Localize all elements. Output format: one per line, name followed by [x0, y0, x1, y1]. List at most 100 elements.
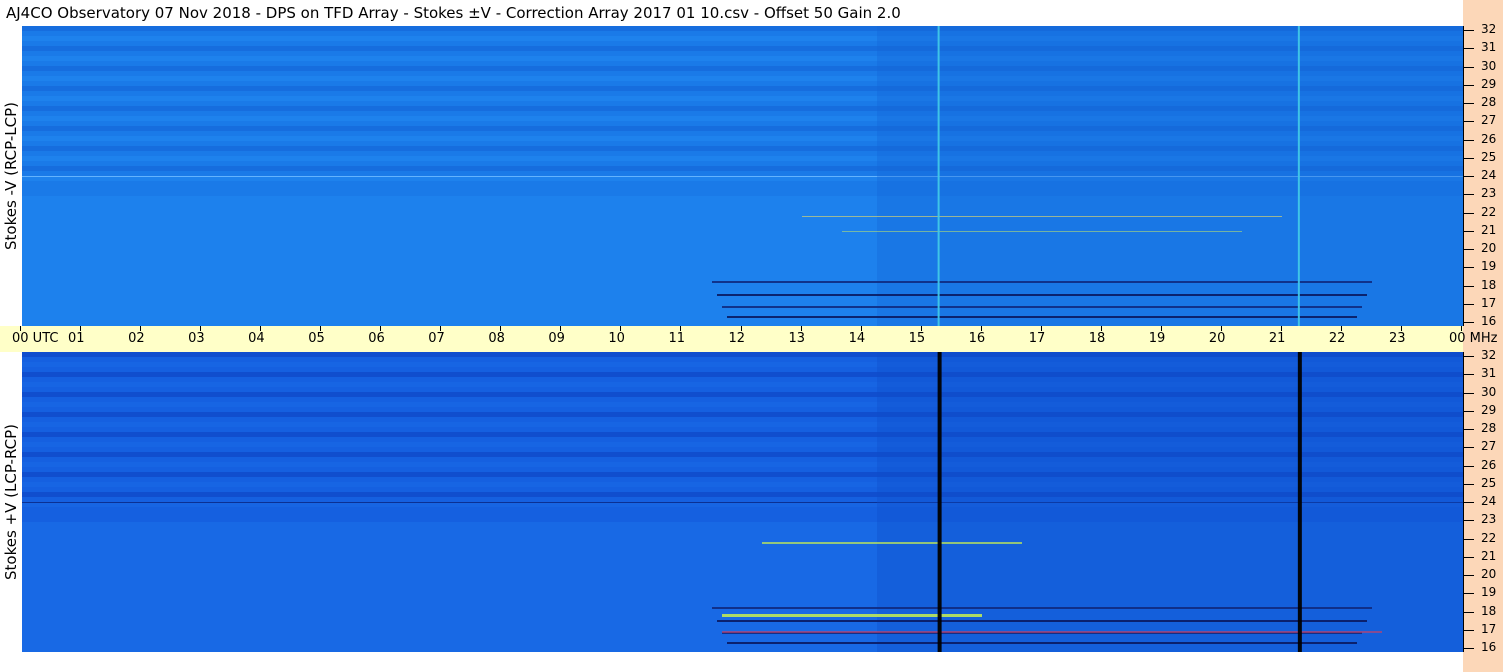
hour-label: 13 [788, 331, 806, 346]
hour-label: 08 [488, 331, 505, 346]
freq-tick [1464, 303, 1474, 305]
freq-tick [1464, 483, 1474, 485]
freq-tick [1464, 520, 1474, 522]
bottom-panel-label: Stokes +V (LCP-RCP) [2, 424, 20, 580]
freq-label: 21 [1481, 548, 1497, 563]
freq-label: 19 [1481, 259, 1497, 274]
hour-label: 02 [128, 331, 145, 346]
freq-label: 21 [1481, 222, 1497, 237]
hour-label: 20 [1208, 331, 1226, 346]
hour-label: 16 [968, 331, 986, 346]
spectrogram-burst [717, 620, 1367, 622]
freq-tick [1464, 410, 1474, 412]
hour-label: 10 [608, 331, 625, 346]
top-panel-label-area: Stokes -V (RCP-LCP) [0, 26, 22, 326]
freq-label: 17 [1481, 621, 1497, 636]
spectrogram-vertical-line [1297, 26, 1300, 326]
freq-label: 16 [1481, 640, 1497, 654]
freq-tick [1464, 103, 1474, 104]
freq-tick [1464, 648, 1474, 649]
spectrogram-burst [762, 542, 1022, 544]
freq-label: 22 [1481, 530, 1497, 545]
top-panel-label: Stokes -V (RCP-LCP) [2, 102, 20, 250]
spectrogram-vertical-line [1297, 352, 1302, 652]
freq-tick [1464, 194, 1474, 196]
freq-tick [1464, 322, 1474, 323]
freq-label: 27 [1481, 113, 1497, 128]
freq-label: 16 [1481, 314, 1497, 328]
freq-tick [1464, 629, 1474, 631]
spectrogram-vertical-line [937, 26, 940, 326]
bottom-panel-label-area: Stokes +V (LCP-RCP) [0, 352, 22, 652]
freq-label: 22 [1481, 204, 1497, 219]
hour-label: 21 [1268, 331, 1286, 346]
hour-label: 11 [668, 331, 685, 346]
freq-label: 26 [1481, 457, 1497, 472]
spectrogram-burst [722, 306, 1362, 308]
hour-label: 19 [1148, 331, 1166, 346]
hour-label: 15 [908, 331, 926, 346]
spectrogram-burst [727, 316, 1357, 318]
spectrogram-burst [842, 231, 1242, 232]
freq-tick [1464, 556, 1474, 558]
freq-label: 32 [1481, 348, 1497, 362]
hour-label: 00 MHz [1449, 331, 1498, 346]
freq-tick [1464, 447, 1474, 449]
freq-tick [1464, 502, 1474, 503]
freq-tick [1464, 429, 1474, 430]
freq-tick [1464, 392, 1474, 394]
hour-label: 14 [848, 331, 866, 346]
freq-label: 24 [1481, 494, 1497, 508]
freq-label: 28 [1481, 95, 1497, 109]
freq-tick [1464, 84, 1474, 86]
spectrogram-burst [712, 281, 1372, 283]
freq-label: 19 [1481, 585, 1497, 600]
hour-label: 18 [1088, 331, 1106, 346]
spectrogram-burst [717, 294, 1367, 296]
freq-label: 30 [1481, 58, 1497, 73]
spectrogram-vertical-line [937, 352, 942, 652]
hour-label: 09 [548, 331, 565, 346]
freq-label: 23 [1481, 186, 1497, 201]
freq-tick [1464, 121, 1474, 123]
freq-tick [1464, 267, 1474, 269]
hour-label: 01 [68, 331, 85, 346]
freq-label: 25 [1481, 149, 1497, 164]
freq-label: 27 [1481, 439, 1497, 454]
freq-label: 32 [1481, 22, 1497, 36]
spectrogram-bottom-image [22, 352, 1463, 652]
freq-tick [1464, 48, 1474, 50]
freq-label: 25 [1481, 475, 1497, 490]
freq-tick [1464, 538, 1474, 540]
hour-label: 00 UTC [12, 331, 59, 346]
page-title: AJ4CO Observatory 07 Nov 2018 - DPS on T… [6, 4, 901, 22]
spectrogram-top [22, 26, 1463, 326]
hour-label: 17 [1028, 331, 1046, 346]
freq-label: 28 [1481, 421, 1497, 435]
hour-label: 03 [188, 331, 205, 346]
freq-label: 24 [1481, 168, 1497, 182]
freq-tick [1464, 465, 1474, 467]
spectrogram-burst [712, 607, 1372, 609]
freq-label: 18 [1481, 277, 1497, 292]
freq-tick [1464, 374, 1474, 376]
freq-tick [1464, 176, 1474, 177]
freq-label: 18 [1481, 603, 1497, 618]
freq-label: 30 [1481, 384, 1497, 399]
freq-label: 31 [1481, 40, 1497, 55]
freq-tick [1464, 356, 1474, 357]
freq-label: 26 [1481, 131, 1497, 146]
freq-tick [1464, 30, 1474, 31]
spectrogram-burst [802, 216, 1282, 217]
freq-tick [1464, 249, 1474, 250]
freq-tick [1464, 157, 1474, 159]
freq-label: 29 [1481, 402, 1497, 417]
spectrogram-bottom [22, 352, 1463, 652]
title-bar: AJ4CO Observatory 07 Nov 2018 - DPS on T… [0, 0, 1463, 26]
freq-label: 23 [1481, 512, 1497, 527]
freq-tick [1464, 230, 1474, 232]
spectrogram-burst [722, 614, 982, 617]
hour-label: 12 [728, 331, 746, 346]
hour-label: 23 [1388, 331, 1406, 346]
freq-tick [1464, 611, 1474, 613]
